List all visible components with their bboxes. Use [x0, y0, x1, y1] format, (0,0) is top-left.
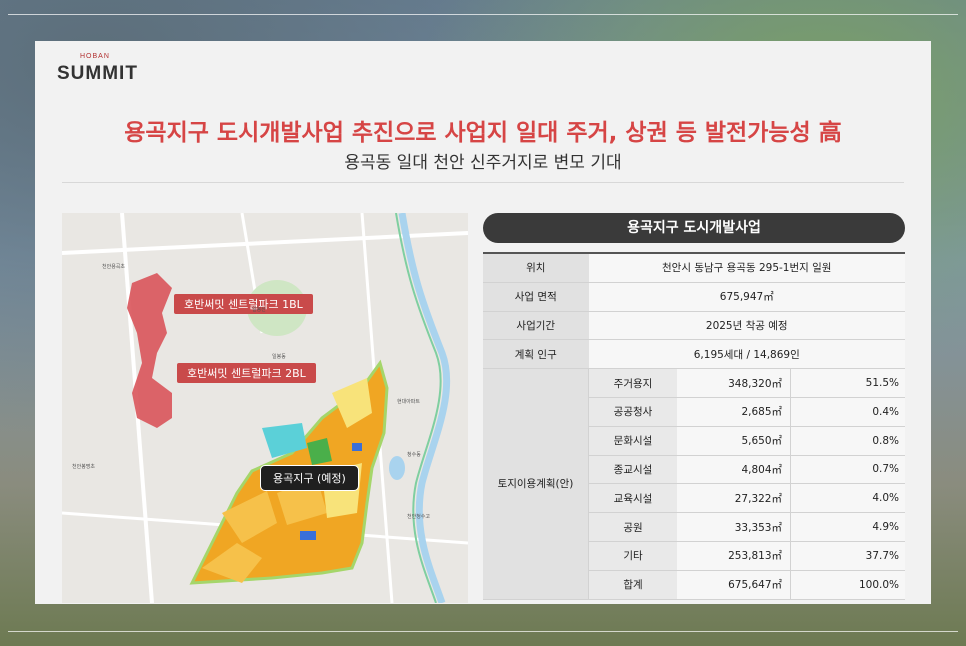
land-use-pct: 0.8% — [790, 426, 905, 456]
place-label: 일봉동 — [272, 354, 286, 360]
table-row: 위치 천안시 동남구 용곡동 295-1번지 일원 — [483, 251, 905, 283]
land-use-name: 공원 — [588, 512, 677, 542]
land-use-area: 253,813㎡ — [677, 541, 791, 571]
land-use-pct: 51.5% — [790, 368, 905, 398]
land-use-pct: 100.0% — [790, 570, 905, 600]
place-label: 현대아파트 — [397, 399, 421, 405]
land-use-area: 4,804㎡ — [677, 455, 791, 485]
land-use-name: 문화시설 — [588, 426, 677, 456]
land-use-name: 주거용지 — [588, 368, 677, 398]
land-use-name: 합계 — [588, 570, 677, 600]
land-use-area: 27,322㎡ — [677, 483, 791, 514]
row-key: 위치 — [483, 251, 589, 283]
frame-line-top — [8, 14, 958, 15]
row-value: 675,947㎡ — [588, 282, 905, 312]
land-use-name: 교육시설 — [588, 483, 677, 514]
row-value: 천안시 동남구 용곡동 295-1번지 일원 — [588, 251, 905, 283]
land-use-area: 33,353㎡ — [677, 512, 791, 542]
frame-line-bottom — [8, 631, 958, 632]
place-label: 청수동 — [407, 452, 421, 458]
row-key: 사업기간 — [483, 311, 589, 341]
land-use-area: 348,320㎡ — [677, 368, 791, 398]
table-row: 사업 면적 675,947㎡ — [483, 282, 905, 312]
land-use-area: 2,685㎡ — [677, 397, 791, 427]
row-key: 계획 인구 — [483, 339, 589, 370]
brand-logo: SUMMIT — [57, 63, 138, 84]
row-value: 6,195세대 / 14,869인 — [588, 339, 905, 370]
project-info-table: 위치 천안시 동남구 용곡동 295-1번지 일원 사업 면적 675,947㎡… — [483, 251, 905, 600]
page-subheadline: 용곡동 일대 천안 신주거지로 변모 기대 — [344, 153, 622, 173]
table-row: 계획 인구 6,195세대 / 14,869인 — [483, 339, 905, 370]
place-label: 천안용곡초 — [102, 264, 126, 270]
land-use-pct: 4.0% — [790, 483, 905, 514]
land-use-pct: 0.4% — [790, 397, 905, 427]
place-label: 천안봉명초 — [72, 464, 96, 470]
table-row: 토지이용계획(안) 주거용지 348,320㎡ 51.5% — [483, 368, 905, 600]
place-label: 천안청수고 — [407, 514, 431, 520]
land-use-name: 기타 — [588, 541, 677, 571]
land-use-pct: 4.9% — [790, 512, 905, 542]
row-key: 사업 면적 — [483, 282, 589, 312]
map-graphic — [62, 213, 468, 603]
land-use-name: 공공청사 — [588, 397, 677, 427]
page-headline: 용곡지구 도시개발사업 추진으로 사업지 일대 주거, 상권 등 발전가능성 高 — [124, 120, 842, 146]
land-use-pct: 0.7% — [790, 455, 905, 485]
callout-2bl: 호반써밋 센트럴파크 2BL — [177, 363, 316, 383]
brand-small: HOBAN — [80, 53, 110, 60]
place-label: 일봉산 — [252, 307, 266, 313]
divider — [62, 182, 904, 183]
project-title-bar: 용곡지구 도시개발사업 — [483, 213, 905, 243]
land-use-key: 토지이용계획(안) — [483, 368, 589, 600]
land-use-name: 종교시설 — [588, 455, 677, 485]
land-use-area: 675,647㎡ — [677, 570, 791, 600]
callout-1bl: 호반써밋 센트럴파크 1BL — [174, 294, 313, 314]
land-use-pct: 37.7% — [790, 541, 905, 571]
table-row: 사업기간 2025년 착공 예정 — [483, 311, 905, 341]
row-value: 2025년 착공 예정 — [588, 311, 905, 341]
district-label: 용곡지구 (예정) — [260, 465, 359, 491]
land-use-area: 5,650㎡ — [677, 426, 791, 456]
district-map: 호반써밋 센트럴파크 1BL 호반써밋 센트럴파크 2BL 용곡지구 (예정) … — [62, 213, 468, 603]
